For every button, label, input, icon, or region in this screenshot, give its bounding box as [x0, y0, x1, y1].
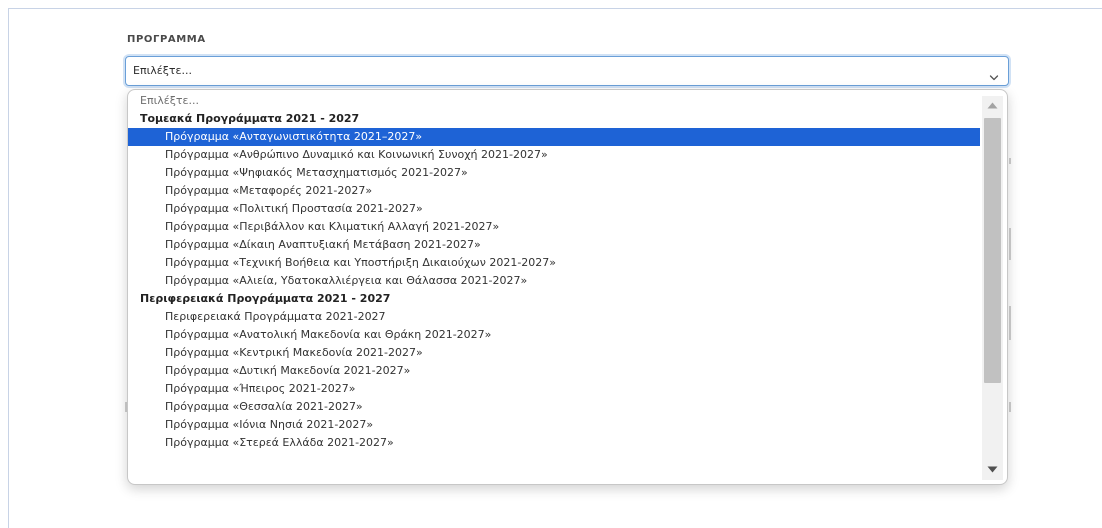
dropdown-options: Επιλέξτε... Τομεακά Προγράμματα 2021 - 2…: [128, 92, 980, 452]
option-item[interactable]: Πρόγραμμα «Ιόνια Νησιά 2021-2027»: [128, 416, 980, 434]
background-line: [1009, 158, 1011, 164]
arrow-down-icon[interactable]: [982, 460, 1003, 480]
background-line: [1009, 306, 1011, 340]
option-group-label: Περιφερειακά Προγράμματα 2021 - 2027: [140, 292, 391, 305]
option-item[interactable]: Πρόγραμμα «Κεντρική Μακεδονία 2021-2027»: [128, 344, 980, 362]
option-item[interactable]: Περιφερειακά Προγράμματα 2021-2027: [128, 308, 980, 326]
option-item[interactable]: Πρόγραμμα «Ανατολική Μακεδονία και Θράκη…: [128, 326, 980, 344]
option-item[interactable]: Πρόγραμμα «Δυτική Μακεδονία 2021-2027»: [128, 362, 980, 380]
option-item[interactable]: Πρόγραμμα «Στερεά Ελλάδα 2021-2027»: [128, 434, 980, 452]
chevron-down-icon: [989, 67, 999, 81]
option-group-label: Τομεακά Προγράμματα 2021 - 2027: [140, 112, 360, 125]
option-item[interactable]: Πρόγραμμα «Μεταφορές 2021-2027»: [128, 182, 980, 200]
option-item[interactable]: Πρόγραμμα «Δίκαιη Αναπτυξιακή Μετάβαση 2…: [128, 236, 980, 254]
scrollbar-thumb[interactable]: [984, 118, 1001, 383]
option-item[interactable]: Πρόγραμμα «Ανθρώπινο Δυναμικό και Κοινων…: [128, 146, 980, 164]
option-placeholder[interactable]: Επιλέξτε...: [128, 92, 980, 110]
background-line: [1009, 402, 1011, 412]
option-item[interactable]: Πρόγραμμα «Ψηφιακός Μετασχηματισμός 2021…: [128, 164, 980, 182]
program-select[interactable]: Επιλέξτε...: [125, 56, 1009, 86]
option-item[interactable]: Πρόγραμμα «Ανταγωνιστικότητα 2021–2027»: [128, 128, 980, 146]
program-select-value: Επιλέξτε...: [133, 64, 192, 77]
option-item[interactable]: Πρόγραμμα «Τεχνική Βοήθεια και Υποστήριξ…: [128, 254, 980, 272]
option-item[interactable]: Πρόγραμμα «Περιβάλλον και Κλιματική Αλλα…: [128, 218, 980, 236]
option-item[interactable]: Πρόγραμμα «Ήπειρος 2021-2027»: [128, 380, 980, 398]
background-line: [1009, 228, 1011, 260]
arrow-up-icon[interactable]: [982, 96, 1003, 116]
option-item[interactable]: Πρόγραμμα «Θεσσαλία 2021-2027»: [128, 398, 980, 416]
program-dropdown-list[interactable]: Επιλέξτε... Τομεακά Προγράμματα 2021 - 2…: [127, 89, 1008, 485]
program-field-label: ΠΡΟΓΡΑΜΜΑ: [127, 34, 206, 45]
dropdown-scrollbar[interactable]: [982, 96, 1003, 480]
option-item[interactable]: Πρόγραμμα «Αλιεία, Υδατοκαλλιέργεια και …: [128, 272, 980, 290]
option-item[interactable]: Πρόγραμμα «Πολιτική Προστασία 2021-2027»: [128, 200, 980, 218]
